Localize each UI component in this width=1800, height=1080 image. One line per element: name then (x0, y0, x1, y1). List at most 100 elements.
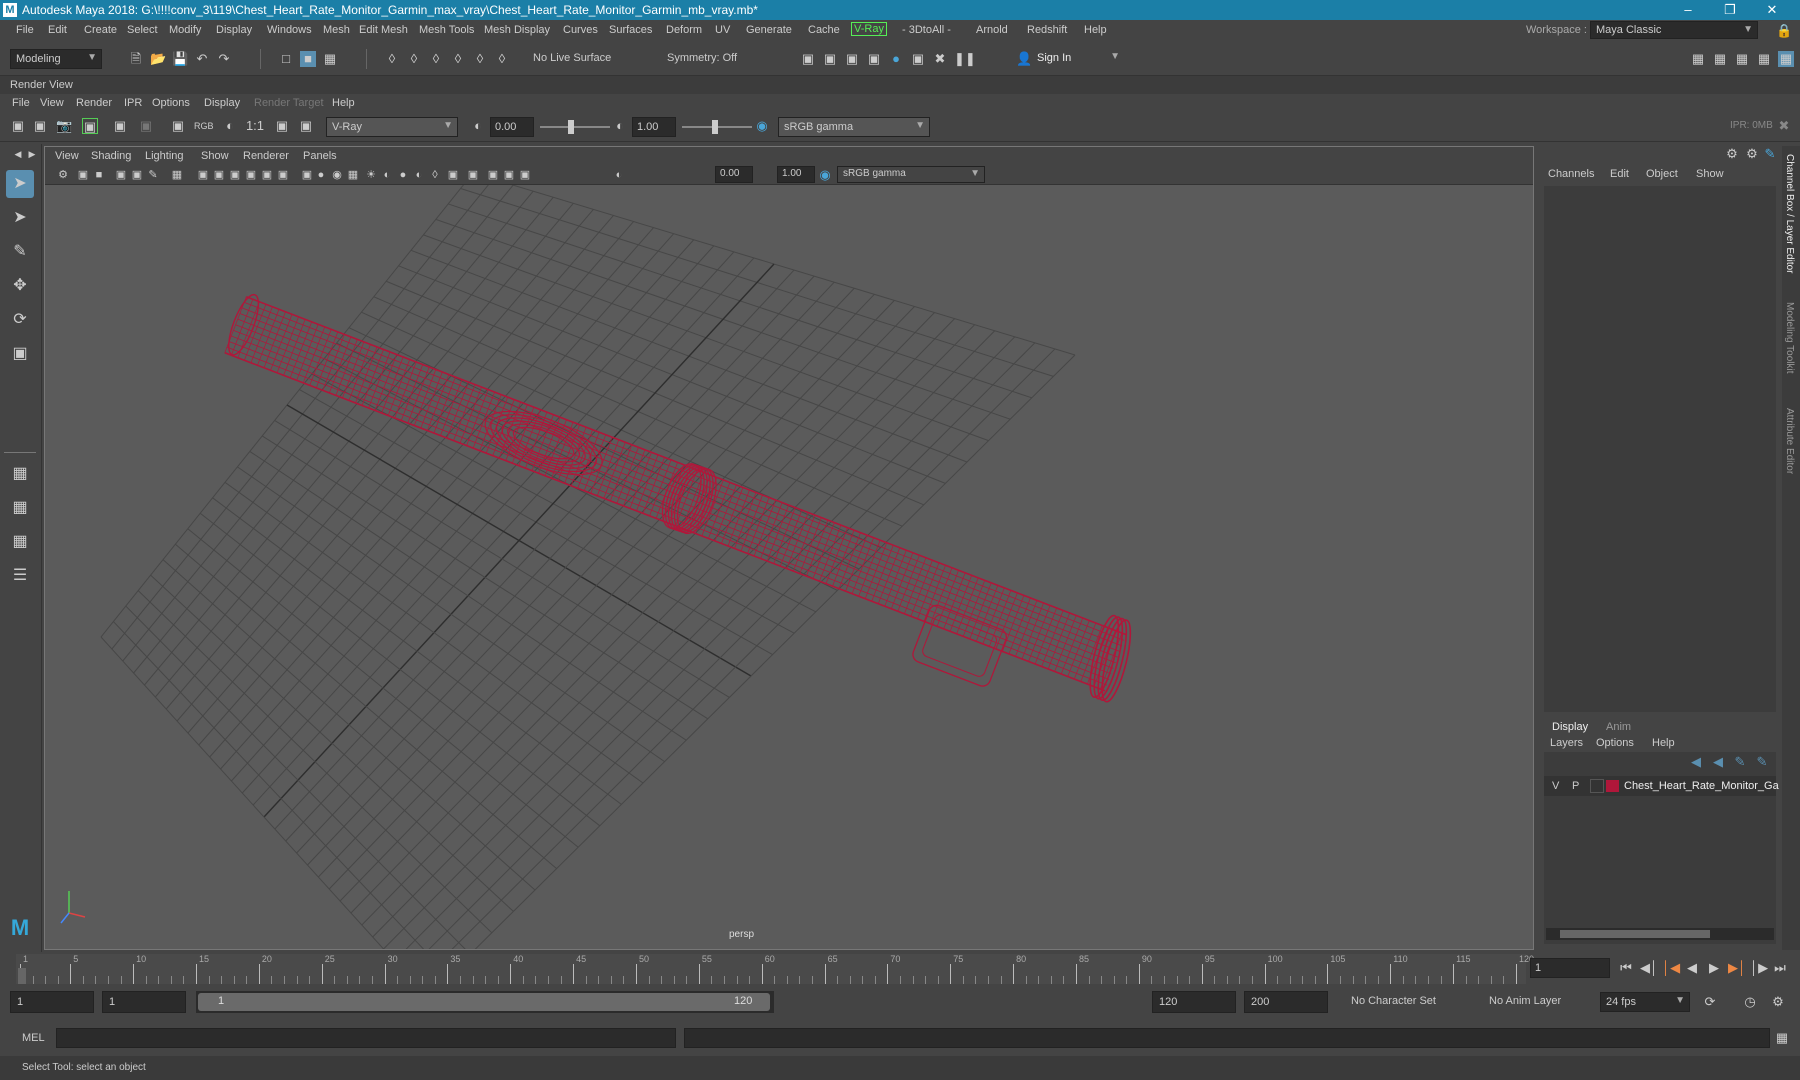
tab-attribute-editor[interactable]: Attribute Editor (1784, 408, 1795, 474)
menu-redshift[interactable]: Redshift (1027, 24, 1067, 36)
channels-display-icon[interactable]: ⚙ (1724, 146, 1740, 162)
loop-icon[interactable]: ⟳ (1702, 994, 1718, 1010)
layer-row[interactable]: V P Chest_Heart_Rate_Monitor_Ga (1544, 776, 1779, 796)
render-view-menu-options[interactable]: Options (152, 97, 190, 109)
camera-select-icon[interactable]: ⚙ (55, 167, 71, 183)
viewport-color-management-icon[interactable]: ◉ (817, 167, 833, 183)
snap-view-icon[interactable]: ◊ (450, 51, 466, 67)
layer-tab-anim[interactable]: Anim (1606, 721, 1631, 733)
layer-name[interactable]: Chest_Heart_Rate_Monitor_Ga (1624, 780, 1779, 792)
select-tool-icon[interactable]: ➤ (6, 170, 34, 198)
viewport-exposure-field[interactable]: 0.00 (715, 166, 753, 183)
film-gate-icon[interactable]: ▣ (195, 167, 211, 183)
grease-pencil-icon[interactable]: ✎ (145, 167, 161, 183)
render-view-menu-view[interactable]: View (40, 97, 64, 109)
menu-help[interactable]: Help (1084, 24, 1107, 36)
range-slider[interactable]: 1 120 (196, 991, 774, 1013)
move-layer-down-icon[interactable]: ◀ (1710, 754, 1726, 770)
panel-menu-lighting[interactable]: Lighting (145, 150, 184, 162)
depth-of-field-icon[interactable]: ▣ (445, 167, 461, 183)
safe-title-icon[interactable]: ▣ (275, 167, 291, 183)
layer-display-type[interactable] (1590, 779, 1604, 793)
auto-key-icon[interactable]: ◷ (1742, 994, 1758, 1010)
scale-tool-icon[interactable]: ▣ (6, 340, 34, 368)
channel-box-icon[interactable]: ▦ (1756, 51, 1772, 67)
menu-edit-mesh[interactable]: Edit Mesh (359, 24, 408, 36)
channels-pin-icon[interactable]: ⚙ (1744, 146, 1760, 162)
channel-box-menu-channels[interactable]: Channels (1548, 168, 1594, 180)
channel-box-menu-show[interactable]: Show (1696, 168, 1724, 180)
real-size-button[interactable]: 1:1 (244, 118, 266, 134)
perspective-viewport[interactable]: View Shading Lighting Show Renderer Panels ⚙ ▣… (44, 146, 1534, 950)
display-settings-icon[interactable]: ▣ (170, 118, 186, 134)
sign-in-button[interactable]: Sign In ▼ (1032, 49, 1124, 69)
outliner-layout-icon[interactable]: ☰ (6, 562, 34, 590)
renderer-dropdown[interactable]: V-Ray ▼ (326, 117, 458, 137)
render-view-menu-ipr[interactable]: IPR (124, 97, 142, 109)
menu-mesh-display[interactable]: Mesh Display (484, 24, 550, 36)
gate-mask-icon[interactable]: ▣ (227, 167, 243, 183)
layer-editor-toggle-icon[interactable]: ▦ (1778, 51, 1794, 67)
stop-ipr-icon[interactable]: ▣ (138, 118, 154, 134)
move-layer-up-icon[interactable]: ◀ (1688, 754, 1704, 770)
menu-mesh[interactable]: Mesh (323, 24, 350, 36)
layer-menu-layers[interactable]: Layers (1550, 737, 1583, 749)
menu-cache[interactable]: Cache (808, 24, 840, 36)
resolution-gate-icon[interactable]: ▣ (211, 167, 227, 183)
time-slider[interactable]: 1 5 10 15 20 25 30 35 40 45 50 55 60 65 70 75 80 85 90 95 10… (0, 952, 1800, 986)
menu-select[interactable]: Select (127, 24, 158, 36)
animation-start-field[interactable]: 1 (10, 991, 94, 1013)
exposure-icon[interactable]: ◐ (611, 167, 627, 183)
close-ipr-icon[interactable]: ✖ (1776, 118, 1792, 134)
render-settings-icon[interactable]: ▣ (844, 51, 860, 67)
layer-visibility-toggle[interactable]: V (1552, 780, 1559, 792)
select-hierarchy-icon[interactable]: □ (278, 51, 294, 67)
safe-action-icon[interactable]: ▣ (259, 167, 275, 183)
menu-3dtoall[interactable]: - 3DtoAll - (902, 24, 951, 36)
snapshot-icon[interactable]: 📷 (56, 118, 72, 134)
panel-menu-show[interactable]: Show (201, 150, 229, 162)
render-view-icon[interactable]: ▣ (910, 51, 926, 67)
close-button[interactable]: ✕ (1752, 2, 1792, 18)
render-view-menu-render-target[interactable]: Render Target (254, 97, 324, 109)
menu-set-dropdown[interactable]: Modeling ▼ (10, 49, 102, 69)
step-back-key-icon[interactable]: │◀ (1662, 960, 1680, 976)
step-forward-key-icon[interactable]: ▶│ (1728, 960, 1746, 976)
tab-channel-box-layer-editor[interactable]: Channel Box / Layer Editor (1784, 154, 1795, 274)
shadows-icon[interactable]: ◐ (379, 167, 395, 183)
snap-pivot-icon[interactable]: ◊ (494, 51, 510, 67)
layer-tab-display[interactable]: Display (1552, 721, 1588, 733)
render-view-menu-render[interactable]: Render (76, 97, 112, 109)
redo-icon[interactable]: ↷ (216, 51, 232, 67)
bookmark-icon[interactable]: ■ (91, 167, 107, 183)
vray-render-icon[interactable]: ● (888, 51, 904, 67)
panel-menu-renderer[interactable]: Renderer (243, 150, 289, 162)
workspace-dropdown[interactable]: Maya Classic ▼ (1590, 21, 1758, 39)
new-scene-icon[interactable]: 🗎 (128, 51, 144, 67)
layer-scrollbar[interactable] (1546, 928, 1774, 940)
character-set-dropdown[interactable]: No Character Set (1346, 991, 1462, 1013)
screen-space-ao-icon[interactable]: ● (395, 167, 411, 183)
menu-windows[interactable]: Windows (267, 24, 312, 36)
ipr-render-icon[interactable]: ▣ (822, 51, 838, 67)
symmetry-field[interactable]: Symmetry: Off (662, 49, 752, 69)
isolate-select-icon[interactable]: ▣ (465, 167, 481, 183)
xray-joints-icon[interactable]: ▣ (501, 167, 517, 183)
snap-grid-icon[interactable]: ◊ (384, 51, 400, 67)
anti-aliasing-icon[interactable]: ◊ (427, 167, 443, 183)
smooth-shade-icon[interactable]: ● (313, 167, 329, 183)
ipr-icon[interactable]: ▣ (82, 118, 98, 134)
tab-modeling-toolkit[interactable]: Modeling Toolkit (1784, 302, 1795, 374)
two-view-layout-icon[interactable]: ▦ (6, 528, 34, 556)
open-scene-icon[interactable]: 📂 (150, 51, 166, 67)
motion-blur-icon[interactable]: ◐ (411, 167, 427, 183)
play-forwards-icon[interactable]: ▶ (1706, 960, 1722, 976)
render-view-menu-help[interactable]: Help (332, 97, 355, 109)
layer-menu-options[interactable]: Options (1596, 737, 1634, 749)
undo-icon[interactable]: ↶ (194, 51, 210, 67)
panel-menu-panels[interactable]: Panels (303, 150, 337, 162)
step-forward-frame-icon[interactable]: │▶ (1750, 960, 1768, 976)
step-back-frame-icon[interactable]: ◀│ (1640, 960, 1658, 976)
current-frame-field[interactable]: 1 (1530, 958, 1610, 978)
use-lights-icon[interactable]: ☀ (363, 167, 379, 183)
